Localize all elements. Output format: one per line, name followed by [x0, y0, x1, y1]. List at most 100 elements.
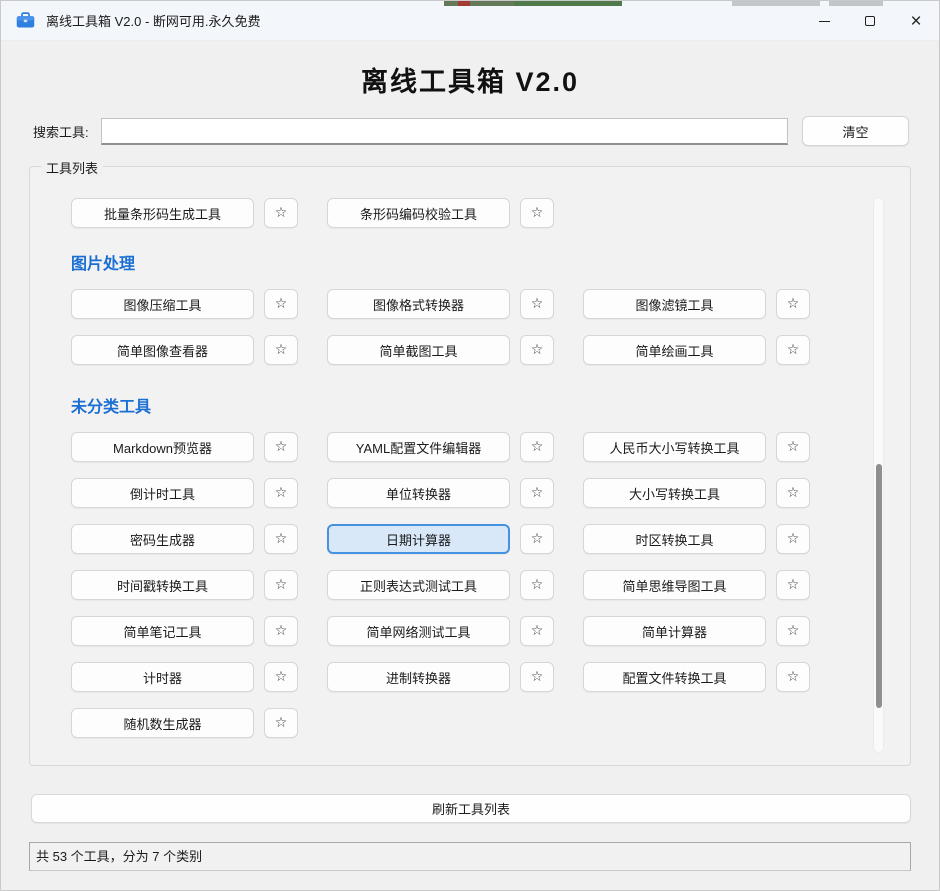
tool-button[interactable]: 正则表达式测试工具	[327, 570, 510, 600]
favorite-star-button[interactable]: ☆	[520, 335, 554, 365]
tool-button[interactable]: Markdown预览器	[71, 432, 254, 462]
tool-cell: 图像滤镜工具 ☆	[583, 289, 810, 319]
clear-search-button[interactable]: 清空	[802, 116, 909, 146]
background-artifact	[458, 1, 470, 6]
favorite-star-button[interactable]: ☆	[264, 478, 298, 508]
category-heading: 图片处理	[71, 250, 864, 274]
tool-cell: 人民币大小写转换工具 ☆	[583, 432, 810, 462]
toolbox-app-icon	[15, 10, 36, 31]
favorite-star-button[interactable]: ☆	[264, 432, 298, 462]
favorite-star-button[interactable]: ☆	[776, 570, 810, 600]
tool-button[interactable]: 图像滤镜工具	[583, 289, 766, 319]
desktop-background-sliver	[1, 1, 939, 6]
tool-button[interactable]: 倒计时工具	[71, 478, 254, 508]
tool-button[interactable]: 配置文件转换工具	[583, 662, 766, 692]
tool-button[interactable]: 随机数生成器	[71, 708, 254, 738]
tool-grid: 批量条形码生成工具 ☆ 条形码编码校验工具 ☆	[30, 198, 864, 228]
tool-cell: 大小写转换工具 ☆	[583, 478, 810, 508]
close-button[interactable]: ×	[893, 1, 939, 41]
tool-button[interactable]: 时间戳转换工具	[71, 570, 254, 600]
maximize-button[interactable]	[847, 1, 893, 41]
favorite-star-button[interactable]: ☆	[776, 524, 810, 554]
tool-button[interactable]: 简单笔记工具	[71, 616, 254, 646]
favorite-star-button[interactable]: ☆	[520, 616, 554, 646]
tool-cell: Markdown预览器 ☆	[71, 432, 298, 462]
favorite-star-button[interactable]: ☆	[264, 616, 298, 646]
tool-cell: 日期计算器 ☆	[327, 524, 554, 554]
favorite-star-button[interactable]: ☆	[520, 198, 554, 228]
favorite-star-button[interactable]: ☆	[520, 570, 554, 600]
favorite-star-button[interactable]: ☆	[264, 198, 298, 228]
refresh-tool-list-button[interactable]: 刷新工具列表	[31, 794, 911, 823]
tool-button[interactable]: 进制转换器	[327, 662, 510, 692]
favorite-star-button[interactable]: ☆	[776, 335, 810, 365]
tool-button[interactable]: 条形码编码校验工具	[327, 198, 510, 228]
tool-button[interactable]: 简单绘画工具	[583, 335, 766, 365]
tool-button[interactable]: 简单计算器	[583, 616, 766, 646]
tool-button[interactable]: YAML配置文件编辑器	[327, 432, 510, 462]
tool-grid: 图像压缩工具☆图像格式转换器☆图像滤镜工具☆简单图像查看器☆简单截图工具☆简单绘…	[30, 289, 864, 365]
search-input[interactable]	[101, 118, 788, 145]
background-artifact	[829, 1, 883, 6]
minimize-button[interactable]	[801, 1, 847, 41]
tool-cell: 简单截图工具 ☆	[327, 335, 554, 365]
tool-list-groupbox: 工具列表 批量条形码生成工具☆条形码编码校验工具☆图片处理图像压缩工具☆图像格式…	[29, 166, 911, 766]
tool-cell: 正则表达式测试工具 ☆	[327, 570, 554, 600]
tool-button[interactable]: 图像格式转换器	[327, 289, 510, 319]
close-icon: ×	[910, 12, 921, 31]
tool-button[interactable]: 简单网络测试工具	[327, 616, 510, 646]
tool-cell: 时间戳转换工具 ☆	[71, 570, 298, 600]
tool-cell: 图像压缩工具 ☆	[71, 289, 298, 319]
scrollbar[interactable]	[873, 197, 884, 753]
tool-cell: 倒计时工具 ☆	[71, 478, 298, 508]
favorite-star-button[interactable]: ☆	[264, 662, 298, 692]
tool-button[interactable]: 大小写转换工具	[583, 478, 766, 508]
tool-button[interactable]: 人民币大小写转换工具	[583, 432, 766, 462]
tool-cell: 图像格式转换器 ☆	[327, 289, 554, 319]
tool-button[interactable]: 单位转换器	[327, 478, 510, 508]
tool-button[interactable]: 图像压缩工具	[71, 289, 254, 319]
tool-cell: 简单绘画工具 ☆	[583, 335, 810, 365]
favorite-star-button[interactable]: ☆	[520, 432, 554, 462]
favorite-star-button[interactable]: ☆	[776, 289, 810, 319]
tool-cell: 条形码编码校验工具 ☆	[327, 198, 554, 228]
favorite-star-button[interactable]: ☆	[520, 478, 554, 508]
scrollbar-thumb[interactable]	[876, 464, 882, 708]
tool-button[interactable]: 批量条形码生成工具	[71, 198, 254, 228]
favorite-star-button[interactable]: ☆	[264, 708, 298, 738]
tool-button[interactable]: 简单截图工具	[327, 335, 510, 365]
background-artifact	[514, 1, 622, 6]
titlebar: 离线工具箱 V2.0 - 断网可用.永久免费 ×	[1, 1, 939, 41]
tool-button[interactable]: 计时器	[71, 662, 254, 692]
background-artifact	[444, 1, 514, 6]
favorite-star-button[interactable]: ☆	[264, 524, 298, 554]
tool-grid: Markdown预览器☆YAML配置文件编辑器☆人民币大小写转换工具☆倒计时工具…	[30, 432, 864, 738]
favorite-star-button[interactable]: ☆	[520, 524, 554, 554]
favorite-star-button[interactable]: ☆	[264, 570, 298, 600]
tool-button[interactable]: 密码生成器	[71, 524, 254, 554]
favorite-star-button[interactable]: ☆	[776, 478, 810, 508]
favorite-star-button[interactable]: ☆	[776, 662, 810, 692]
tool-button[interactable]: 日期计算器	[327, 524, 510, 554]
page-title: 离线工具箱 V2.0	[1, 60, 939, 99]
favorite-star-button[interactable]: ☆	[520, 662, 554, 692]
maximize-icon	[865, 16, 875, 26]
tool-cell: 进制转换器 ☆	[327, 662, 554, 692]
tool-button[interactable]: 简单思维导图工具	[583, 570, 766, 600]
favorite-star-button[interactable]: ☆	[264, 335, 298, 365]
tool-button[interactable]: 简单图像查看器	[71, 335, 254, 365]
tool-cell: YAML配置文件编辑器 ☆	[327, 432, 554, 462]
favorite-star-button[interactable]: ☆	[264, 289, 298, 319]
tool-cell: 单位转换器 ☆	[327, 478, 554, 508]
tool-button[interactable]: 时区转换工具	[583, 524, 766, 554]
tool-cell: 简单图像查看器 ☆	[71, 335, 298, 365]
tool-cell: 简单计算器 ☆	[583, 616, 810, 646]
tool-cell: 批量条形码生成工具 ☆	[71, 198, 298, 228]
tool-list: 批量条形码生成工具☆条形码编码校验工具☆图片处理图像压缩工具☆图像格式转换器☆图…	[30, 175, 864, 759]
favorite-star-button[interactable]: ☆	[776, 616, 810, 646]
tool-cell: 配置文件转换工具 ☆	[583, 662, 810, 692]
minimize-icon	[819, 21, 830, 22]
favorite-star-button[interactable]: ☆	[776, 432, 810, 462]
tool-cell: 计时器 ☆	[71, 662, 298, 692]
favorite-star-button[interactable]: ☆	[520, 289, 554, 319]
